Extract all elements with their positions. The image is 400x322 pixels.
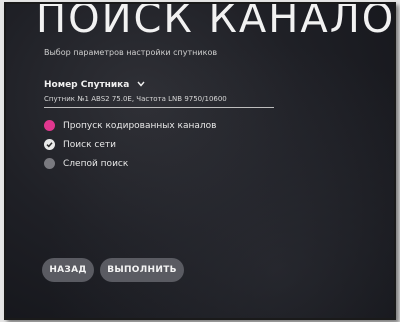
back-button[interactable]: НАЗАД — [42, 258, 94, 282]
radio-focused-icon — [44, 120, 55, 131]
tv-screen: ПОИСК КАНАЛОВ Выбор параметров настройки… — [4, 2, 396, 320]
satellite-selector-header: Номер Спутника — [44, 72, 274, 91]
radio-unchecked-icon — [44, 158, 55, 169]
run-button[interactable]: ВЫПОЛНИТЬ — [100, 258, 184, 282]
search-options: Пропуск кодированных каналов Поиск сети … — [44, 116, 216, 173]
option-skip-encrypted[interactable]: Пропуск кодированных каналов — [44, 116, 216, 135]
option-network-search[interactable]: Поиск сети — [44, 135, 216, 154]
satellite-selector[interactable]: Номер Спутника Спутник №1 ABS2 75.0E, Ча… — [44, 72, 274, 108]
checkmark-icon — [44, 139, 55, 150]
satellite-label: Номер Спутника — [44, 80, 130, 90]
chevron-down-icon — [137, 80, 146, 89]
option-label: Поиск сети — [63, 139, 116, 150]
satellite-value: Спутник №1 ABS2 75.0E, Частота LNB 9750/… — [44, 95, 227, 103]
page-subtitle: Выбор параметров настройки спутников — [44, 48, 218, 57]
option-blind-search[interactable]: Слепой поиск — [44, 154, 216, 173]
option-label: Пропуск кодированных каналов — [63, 120, 217, 131]
page-title: ПОИСК КАНАЛОВ — [36, 2, 396, 42]
option-label: Слепой поиск — [63, 158, 129, 169]
